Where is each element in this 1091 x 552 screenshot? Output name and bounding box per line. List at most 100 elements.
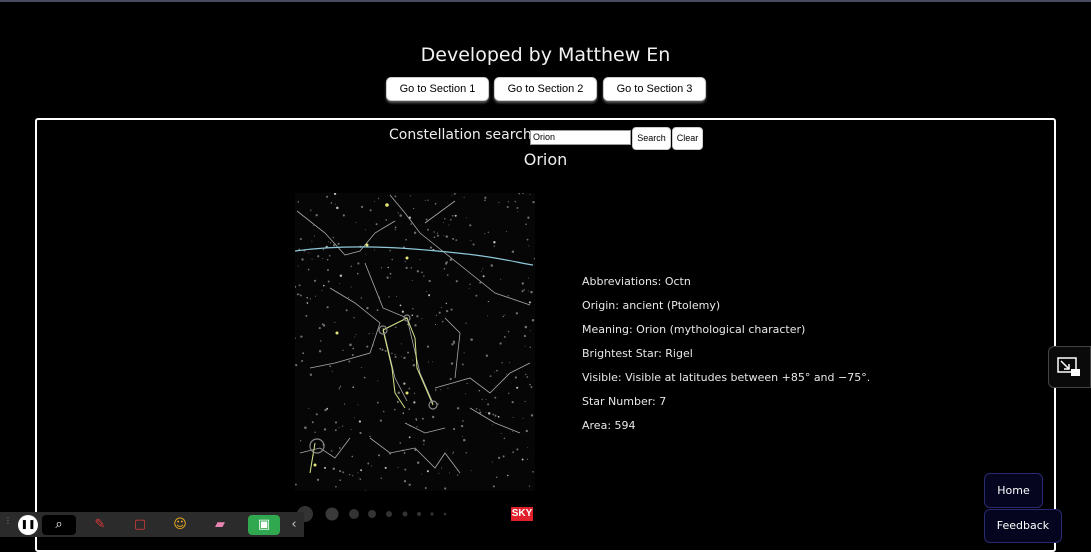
search-button[interactable]: Search	[632, 127, 671, 150]
background-star	[508, 392, 510, 395]
background-star	[311, 258, 313, 260]
background-star	[429, 246, 433, 249]
background-star	[298, 284, 301, 287]
background-star	[503, 437, 506, 440]
picture-in-picture-button[interactable]	[1048, 346, 1091, 388]
background-star	[445, 302, 447, 305]
background-star	[509, 361, 511, 363]
background-star	[499, 342, 502, 345]
background-star	[400, 343, 402, 345]
carousel-dot	[368, 510, 376, 518]
background-star	[495, 476, 498, 479]
background-star	[427, 199, 429, 201]
background-star	[366, 345, 369, 348]
background-star	[321, 323, 324, 325]
background-star	[470, 338, 473, 341]
background-star	[377, 401, 379, 404]
detail-visible: Visible: Visible at latitudes between +8…	[582, 371, 871, 384]
background-star	[402, 412, 404, 414]
background-star	[412, 363, 416, 367]
background-star	[487, 315, 489, 317]
background-star	[335, 203, 336, 205]
background-star	[440, 389, 441, 391]
background-star	[421, 473, 423, 475]
collapse-icon[interactable]: ‹	[284, 515, 304, 535]
background-star	[360, 469, 363, 472]
background-star	[514, 200, 516, 203]
clear-button[interactable]: Clear	[672, 127, 703, 150]
screen-icon[interactable]: ▣	[248, 515, 280, 535]
background-star	[497, 456, 501, 460]
background-star	[462, 435, 463, 437]
feedback-button[interactable]: Feedback	[984, 509, 1062, 543]
background-star	[301, 359, 304, 363]
background-star	[309, 373, 313, 376]
cursor-icon[interactable]: ⌕	[42, 515, 76, 535]
background-star	[466, 217, 468, 219]
background-star	[297, 201, 300, 203]
drag-handle-icon[interactable]: ⋮	[4, 517, 12, 532]
background-star	[505, 231, 507, 232]
background-star	[407, 351, 410, 354]
background-star	[516, 386, 519, 389]
background-star	[511, 401, 514, 404]
background-star	[469, 224, 472, 227]
background-star	[482, 275, 485, 278]
background-star	[361, 205, 364, 208]
background-star	[478, 389, 481, 392]
background-star	[421, 271, 423, 274]
background-star	[319, 340, 322, 342]
home-button[interactable]: Home	[984, 473, 1043, 508]
background-star	[512, 431, 513, 433]
background-star	[505, 373, 507, 375]
background-star	[355, 333, 357, 335]
background-star	[413, 392, 416, 395]
background-star	[336, 206, 339, 210]
background-star	[369, 435, 371, 438]
background-star	[443, 222, 445, 224]
background-star	[523, 334, 527, 338]
background-star	[461, 363, 464, 366]
background-star	[493, 371, 495, 373]
background-star	[403, 451, 406, 454]
pause-icon[interactable]: ❚❚	[18, 515, 38, 535]
background-star	[448, 472, 450, 474]
background-star	[500, 432, 502, 434]
background-star	[352, 386, 354, 388]
background-star	[453, 341, 456, 344]
background-star	[526, 238, 529, 241]
background-star	[308, 407, 310, 409]
background-star	[529, 383, 531, 386]
detail-area: Area: 594	[582, 419, 636, 432]
background-star	[359, 478, 362, 481]
page-title: Developed by Matthew En	[420, 44, 671, 66]
annotation-toolbar: ⋮ ❚❚ ⌕ ✎ ▢ ☺ ▰ ▣ ‹	[0, 512, 304, 537]
background-star	[339, 283, 341, 285]
background-star	[369, 209, 372, 212]
background-star	[307, 268, 310, 271]
background-star	[358, 420, 362, 423]
section-3-button[interactable]: Go to Section 3	[603, 77, 706, 101]
square-icon[interactable]: ▢	[130, 515, 150, 535]
background-star	[502, 315, 504, 318]
background-star	[412, 307, 414, 310]
search-label: Constellation search:	[389, 127, 537, 143]
background-star	[472, 243, 475, 246]
background-star	[479, 411, 482, 414]
carousel-dot	[325, 507, 339, 521]
emoji-icon[interactable]: ☺	[170, 515, 190, 535]
constellation-search-input[interactable]: Orion	[530, 130, 631, 145]
background-star	[384, 350, 387, 352]
background-star	[399, 442, 402, 444]
exit-picture-in-picture-icon	[1057, 357, 1080, 376]
background-star	[394, 195, 397, 198]
background-star	[412, 207, 415, 210]
section-1-button[interactable]: Go to Section 1	[386, 77, 489, 101]
background-star	[394, 229, 396, 231]
background-star	[367, 462, 370, 465]
eraser-icon[interactable]: ▰	[210, 515, 230, 535]
background-star	[532, 200, 535, 204]
section-2-button[interactable]: Go to Section 2	[494, 77, 597, 101]
background-star	[479, 409, 481, 411]
pen-icon[interactable]: ✎	[90, 515, 110, 535]
